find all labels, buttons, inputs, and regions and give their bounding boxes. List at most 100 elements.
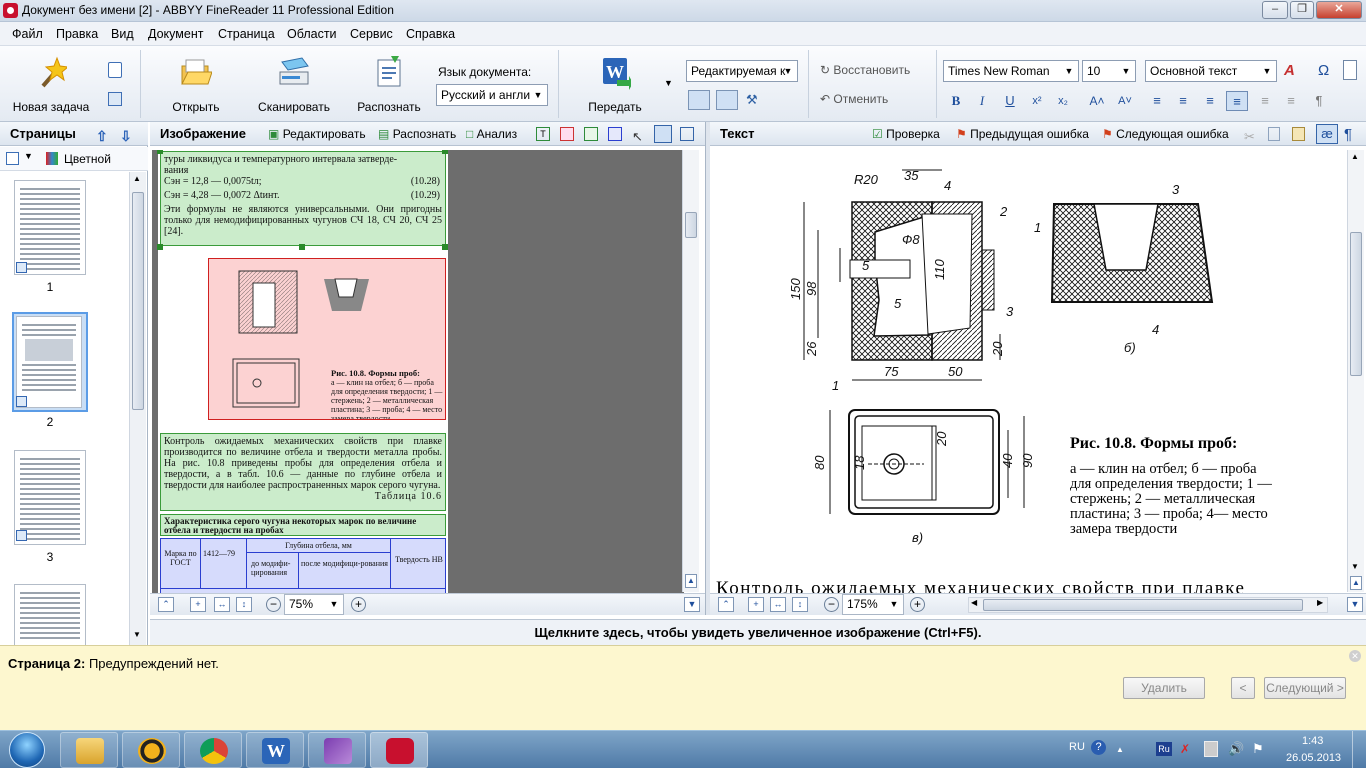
paragraph-marks-icon[interactable]: ¶: [1344, 123, 1352, 147]
restore-button[interactable]: ↻ Восстановить: [820, 60, 910, 80]
save-format-select[interactable]: Редактируемая к ▼: [686, 60, 798, 82]
menu-edit[interactable]: Правка: [56, 27, 98, 41]
clock-time[interactable]: 1:43: [1302, 735, 1323, 747]
taskbar-onenote[interactable]: [308, 732, 366, 768]
menu-page[interactable]: Страница: [218, 27, 275, 41]
zoom-out-icon[interactable]: −: [824, 597, 839, 612]
view-image-icon[interactable]: [688, 90, 710, 110]
menu-file[interactable]: Файл: [12, 27, 43, 41]
menu-view[interactable]: Вид: [111, 27, 134, 41]
pages-scrollbar[interactable]: ▲ ▼: [129, 172, 146, 645]
paragraph-style-select[interactable]: Основной текст ▼: [1145, 60, 1277, 82]
new-task-button[interactable]: Новая задача: [6, 50, 96, 118]
fit-width-icon[interactable]: ↔: [214, 597, 230, 612]
usb-device-icon[interactable]: [1204, 741, 1218, 757]
ligature-icon[interactable]: æ: [1316, 124, 1338, 144]
zoom-in-icon[interactable]: +: [910, 597, 925, 612]
language-indicator[interactable]: RU: [1069, 741, 1085, 753]
scrollbar-thumb[interactable]: [685, 212, 697, 238]
page-thumbnail-4[interactable]: [14, 584, 86, 645]
font-size-select[interactable]: 10 ▼: [1082, 60, 1136, 82]
scrollbar-thumb[interactable]: [132, 192, 144, 410]
scrollbar-thumb[interactable]: [983, 599, 1303, 611]
copy-icon[interactable]: [108, 92, 122, 106]
fit-width-icon[interactable]: ↔: [770, 597, 786, 612]
send-button[interactable]: W Передать: [576, 50, 654, 118]
undo-button[interactable]: ↶ Отменить: [820, 89, 888, 109]
collapse-panel-icon[interactable]: ⌃: [718, 597, 734, 612]
insert-picture-icon[interactable]: [1343, 60, 1357, 80]
document-icon[interactable]: [108, 62, 122, 78]
picture-area-tool-icon[interactable]: [560, 127, 574, 141]
text-h-scrollbar[interactable]: ◀ ▶: [968, 597, 1328, 613]
text-area-zone-1[interactable]: туры ликвидуса и температурного интервал…: [160, 151, 446, 246]
keyboard-layout-icon[interactable]: Ru: [1156, 742, 1172, 756]
show-desktop-button[interactable]: [1352, 731, 1366, 769]
scroll-page-up-icon[interactable]: ▲: [1350, 576, 1362, 590]
align-center-icon[interactable]: ≡: [1172, 91, 1194, 111]
menu-areas[interactable]: Области: [287, 27, 337, 41]
numbered-list-icon[interactable]: ≡: [1254, 91, 1276, 111]
page-thumbnail-1[interactable]: [14, 180, 86, 275]
align-left-icon[interactable]: ≡: [1146, 91, 1168, 111]
fit-page-icon[interactable]: +: [190, 597, 206, 612]
send-dropdown-icon[interactable]: ▼: [664, 78, 673, 88]
font-shrink-icon[interactable]: A˅: [1114, 91, 1136, 111]
minimize-button[interactable]: –: [1262, 1, 1288, 19]
edit-image-button[interactable]: ▣ Редактировать: [268, 122, 366, 146]
action-center-icon[interactable]: ⚑: [1252, 741, 1264, 757]
menu-document[interactable]: Документ: [148, 27, 203, 41]
scroll-right-icon[interactable]: ▶: [1317, 598, 1323, 607]
zoom-window-hint[interactable]: Щелкните здесь, чтобы увидеть увеличенно…: [150, 619, 1366, 645]
spell-check-button[interactable]: ☑ Проверка: [872, 122, 940, 146]
picture-area-zone[interactable]: Рис. 10.8. Формы проб: а — клин на отбел…: [208, 258, 446, 420]
view-text-icon[interactable]: [716, 90, 738, 110]
prev-page-icon[interactable]: ⇧: [96, 124, 108, 148]
zone-handle[interactable]: [442, 150, 448, 154]
scroll-left-icon[interactable]: ◀: [971, 598, 977, 607]
italic-icon[interactable]: I: [971, 91, 993, 111]
font-family-select[interactable]: Times New Roman ▼: [943, 60, 1079, 82]
scan-button[interactable]: Сканировать: [250, 50, 338, 118]
taskbar-word[interactable]: W: [246, 732, 304, 768]
taskbar-finereader[interactable]: [370, 732, 428, 768]
doc-language-select[interactable]: Русский и англи ▼: [436, 84, 548, 106]
scroll-up-icon[interactable]: ▲: [133, 174, 141, 183]
network-error-icon[interactable]: ✗: [1180, 742, 1194, 756]
start-button[interactable]: [4, 731, 50, 769]
open-button[interactable]: Открыть: [160, 50, 232, 118]
crop-tool-icon[interactable]: [680, 127, 694, 141]
zoom-out-icon[interactable]: −: [266, 597, 281, 612]
recognize-button[interactable]: Распознать: [350, 50, 428, 118]
zoom-in-icon[interactable]: +: [351, 597, 366, 612]
bold-icon[interactable]: B: [945, 91, 967, 111]
maximize-button[interactable]: ❐: [1290, 1, 1314, 19]
copy-text-icon[interactable]: [1268, 127, 1280, 141]
taskbar-explorer[interactable]: [60, 732, 118, 768]
scroll-down-icon[interactable]: ▼: [133, 630, 141, 639]
fit-height-icon[interactable]: ↕: [236, 597, 252, 612]
thumbnail-view-icon[interactable]: [6, 152, 19, 165]
menu-service[interactable]: Сервис: [350, 27, 393, 41]
image-zoom-select[interactable]: 75% ▼: [284, 594, 344, 615]
taskbar-daemon-tools[interactable]: [122, 732, 180, 768]
scroll-page-down-icon[interactable]: ▼: [1347, 597, 1363, 612]
align-justify-icon[interactable]: ≡: [1226, 91, 1248, 111]
background-picture-tool-icon[interactable]: [584, 127, 598, 141]
subscript-icon[interactable]: x₂: [1052, 91, 1074, 111]
text-area-tool-icon[interactable]: T: [536, 127, 550, 141]
zone-handle[interactable]: [157, 150, 163, 154]
omega-symbol-icon[interactable]: Ω: [1318, 62, 1329, 79]
scroll-page-down-icon[interactable]: ▼: [684, 597, 700, 612]
analyze-button[interactable]: □ Анализ: [466, 122, 517, 146]
color-mode-label[interactable]: Цветной: [64, 152, 111, 166]
font-grow-icon[interactable]: A˄: [1086, 91, 1108, 111]
volume-icon[interactable]: 🔊: [1228, 741, 1244, 757]
zone-handle[interactable]: [299, 244, 305, 250]
page-thumbnail-2[interactable]: [16, 316, 82, 408]
prev-error-button[interactable]: ⚑ Предыдущая ошибка: [956, 122, 1089, 146]
align-right-icon[interactable]: ≡: [1199, 91, 1221, 111]
pointer-tool-icon[interactable]: ↖: [632, 125, 643, 149]
superscript-icon[interactable]: x²: [1026, 91, 1048, 111]
text-area-zone-2[interactable]: Контроль ожидаемых механических свойств …: [160, 433, 446, 511]
